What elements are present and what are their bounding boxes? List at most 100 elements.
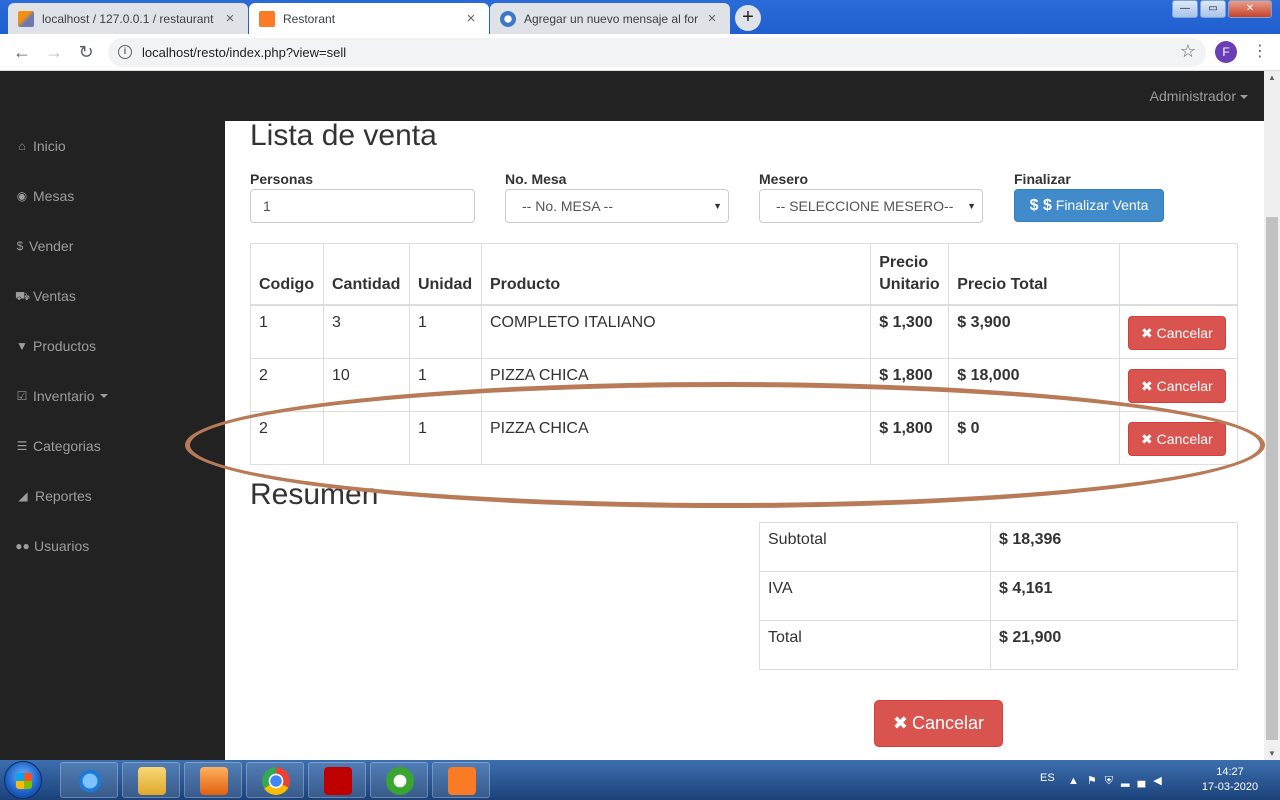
- close-icon: ✖: [1140, 378, 1153, 394]
- resumen-title: Resumen: [250, 478, 379, 511]
- url-text[interactable]: localhost/resto/index.php?view=sell: [142, 45, 346, 60]
- browser-toolbar: ← → ↻ i localhost/resto/index.php?view=s…: [0, 34, 1280, 71]
- flag-icon[interactable]: ⚑: [1087, 775, 1105, 787]
- tab-phpmyadmin[interactable]: localhost / 127.0.0.1 / restaurant ×: [8, 3, 248, 34]
- shield-icon[interactable]: ⛨: [1105, 775, 1121, 787]
- info-icon[interactable]: i: [118, 45, 132, 59]
- sidebar-item-reportes[interactable]: ◢ Reportes: [15, 488, 91, 504]
- minimize-button[interactable]: —: [1172, 0, 1198, 18]
- close-window-button[interactable]: ✕: [1228, 0, 1272, 18]
- filter-icon: ▼: [16, 339, 28, 353]
- sidebar-item-ventas[interactable]: ⛟ Ventas: [15, 288, 76, 304]
- cancel-row-button[interactable]: ✖ Cancelar: [1127, 369, 1226, 403]
- col-unidad: Unidad: [408, 243, 482, 306]
- clock-time: 14:27: [1216, 766, 1244, 778]
- taskbar-ie[interactable]: [60, 762, 118, 798]
- signal-icon[interactable]: ▂▄: [1121, 775, 1153, 787]
- bookmark-star-icon[interactable]: ☆: [1180, 41, 1196, 62]
- taskbar-explorer[interactable]: [122, 762, 180, 798]
- summary-row-iva: IVA $ 4,161: [759, 571, 1238, 621]
- top-navbar: Administrador: [0, 71, 1264, 121]
- col-codigo: Codigo: [250, 243, 324, 306]
- sidebar-item-inventario[interactable]: ☑ Inventario: [15, 388, 109, 404]
- media-player-icon: [200, 767, 228, 795]
- sidebar-item-productos[interactable]: ▼ Productos: [15, 338, 96, 354]
- tab-restorant[interactable]: Restorant ×: [249, 3, 489, 34]
- green-app-icon: [386, 767, 414, 795]
- table-row: 2 1 PIZZA CHICA $ 1,800 $ 0 ✖ Cancelar: [250, 411, 1239, 465]
- sidebar-item-vender[interactable]: $ Vender: [15, 238, 74, 254]
- phpmyadmin-icon: [18, 10, 34, 27]
- dollar-icon: $ $: [1029, 197, 1052, 214]
- page-title: Lista de venta: [250, 121, 437, 152]
- home-icon: ⌂: [18, 139, 26, 153]
- clock-date: 17-03-2020: [1201, 781, 1259, 793]
- close-icon: ✖: [892, 713, 909, 733]
- clock[interactable]: 14:27 17-03-2020: [1200, 765, 1260, 795]
- cancel-sale-button[interactable]: ✖ Cancelar: [874, 700, 1003, 747]
- col-precio-total: Precio Total: [948, 243, 1120, 306]
- close-tab-icon[interactable]: ×: [704, 10, 720, 27]
- taskbar-xampp[interactable]: [432, 762, 490, 798]
- checkbox-icon: ☑: [16, 389, 28, 403]
- summary-table: Subtotal $ 18,396 IVA $ 4,161 Total $ 21…: [759, 522, 1238, 670]
- page-scrollbar[interactable]: ▲ ▼: [1264, 71, 1280, 760]
- dropdown-arrow-icon: ▼: [713, 201, 722, 211]
- cancel-row-button[interactable]: ✖ Cancelar: [1127, 422, 1226, 456]
- back-icon[interactable]: ←: [12, 42, 32, 63]
- reload-icon[interactable]: ↻: [76, 42, 96, 63]
- taskbar-filezilla[interactable]: [308, 762, 366, 798]
- main-content: Lista de venta Personas 1 No. Mesa -- No…: [225, 121, 1264, 760]
- forward-icon[interactable]: →: [44, 42, 64, 63]
- browser-menu-icon[interactable]: ⋮: [1252, 41, 1268, 63]
- mesa-select[interactable]: -- No. MESA -- ▼: [505, 189, 729, 223]
- language-indicator[interactable]: ES: [1040, 772, 1055, 784]
- users-icon: ●●: [15, 539, 30, 553]
- browser-tab-strip: localhost / 127.0.0.1 / restaurant × Res…: [0, 0, 1280, 34]
- tray-up-arrow-icon[interactable]: ▲: [1068, 775, 1087, 787]
- taskbar-media-player[interactable]: [184, 762, 242, 798]
- cart-icon: ⛟: [15, 289, 31, 303]
- close-tab-icon[interactable]: ×: [463, 10, 479, 27]
- close-icon: ✖: [1140, 431, 1153, 447]
- sidebar-item-categorias[interactable]: ☰ Categorias: [15, 438, 101, 454]
- volume-icon[interactable]: ◀: [1153, 775, 1169, 787]
- mesa-select-value: -- No. MESA --: [522, 198, 614, 214]
- mesa-label: No. Mesa: [505, 171, 567, 187]
- dollar-icon: $: [16, 239, 24, 253]
- new-tab-button[interactable]: +: [735, 5, 761, 31]
- sidebar-item-mesas[interactable]: ◉ Mesas: [15, 188, 74, 204]
- maximize-button[interactable]: ▭: [1200, 0, 1226, 18]
- start-button[interactable]: [4, 761, 42, 799]
- col-precio-unitario: Precio Unitario: [870, 243, 950, 306]
- scroll-down-icon[interactable]: ▼: [1268, 749, 1276, 758]
- taskbar-chrome[interactable]: [246, 762, 304, 798]
- tray-icons: ▲⚑⛨▂▄◀: [1068, 774, 1170, 788]
- list-icon: ☰: [16, 439, 28, 453]
- sidebar-item-usuarios[interactable]: ●● Usuarios: [15, 538, 89, 554]
- filezilla-icon: [324, 767, 352, 795]
- windows-taskbar: ES ▲⚑⛨▂▄◀ 14:27 17-03-2020: [0, 760, 1280, 800]
- mesero-select[interactable]: -- SELECCIONE MESERO-- ▼: [759, 189, 983, 223]
- user-menu[interactable]: Administrador: [1150, 88, 1248, 104]
- window-controls: — ▭ ✕: [1170, 0, 1272, 18]
- personas-input[interactable]: 1: [250, 189, 475, 223]
- windows-logo-icon: [16, 773, 32, 789]
- tab-forum[interactable]: Agregar un nuevo mensaje al for ×: [490, 3, 730, 34]
- sidebar: ⌂ Inicio ◉ Mesas $ Vender ⛟ Ventas ▼ Producto…: [0, 121, 225, 760]
- finalizar-venta-button[interactable]: $ $ Finalizar Venta: [1014, 189, 1164, 222]
- close-tab-icon[interactable]: ×: [222, 10, 238, 27]
- sidebar-item-inicio[interactable]: ⌂ Inicio: [15, 138, 65, 154]
- chrome-icon: [262, 767, 290, 795]
- address-bar[interactable]: i localhost/resto/index.php?view=sell ☆: [108, 38, 1206, 67]
- cancel-row-button[interactable]: ✖ Cancelar: [1127, 316, 1226, 350]
- col-cantidad: Cantidad: [322, 243, 410, 306]
- col-producto: Producto: [480, 243, 872, 306]
- mesero-label: Mesero: [759, 171, 809, 187]
- mesero-select-value: -- SELECCIONE MESERO--: [776, 198, 954, 214]
- profile-avatar[interactable]: F: [1215, 41, 1237, 63]
- taskbar-app[interactable]: [370, 762, 428, 798]
- scrollbar-thumb[interactable]: [1266, 217, 1278, 740]
- scroll-up-icon[interactable]: ▲: [1268, 73, 1276, 82]
- caret-down-icon: [1240, 95, 1248, 100]
